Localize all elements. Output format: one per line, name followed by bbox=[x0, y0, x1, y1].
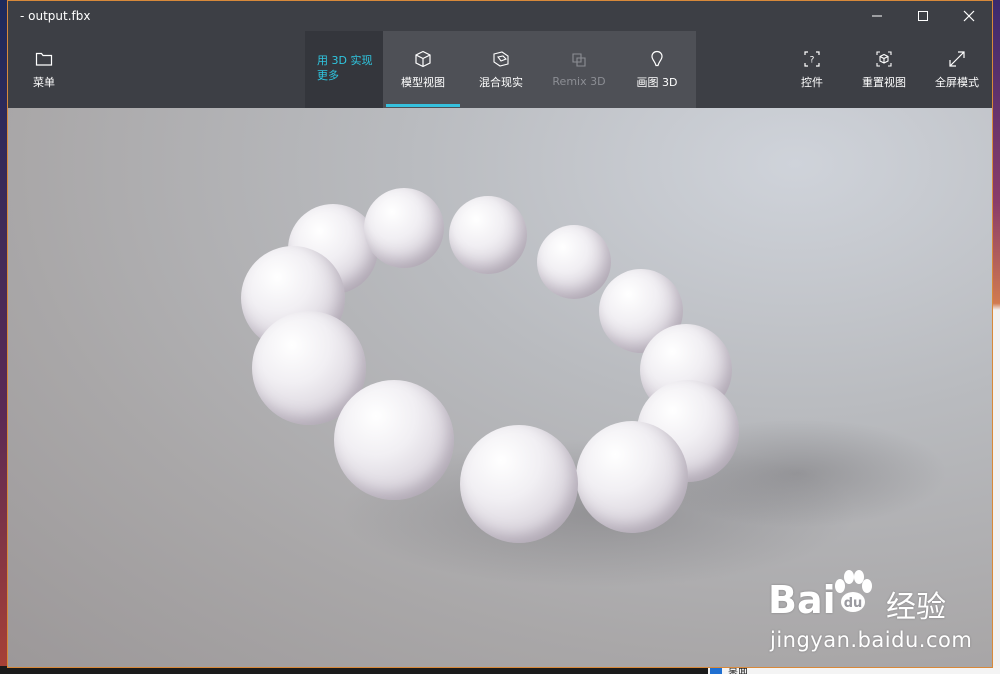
reset-view-button[interactable]: 重置视图 bbox=[860, 31, 908, 108]
title-bar[interactable]: - output.fbx bbox=[8, 1, 992, 31]
tab-label: 混合现实 bbox=[479, 75, 523, 89]
fullscreen-label: 全屏模式 bbox=[935, 75, 979, 89]
promo-line1: 用 3D 实现 bbox=[317, 54, 373, 67]
bead bbox=[364, 188, 444, 268]
cube-icon bbox=[415, 50, 431, 67]
close-button[interactable] bbox=[946, 1, 992, 31]
paint-3d-icon bbox=[651, 50, 663, 66]
watermark-brand-prefix: Bai bbox=[768, 578, 836, 622]
bead bbox=[449, 196, 527, 274]
watermark-url: jingyan.baidu.com bbox=[770, 628, 973, 652]
help-controls-icon: ? bbox=[804, 50, 820, 67]
viewer-window: - output.fbx 菜单 用 3D 实现 更多 模型视图 混合现实 Rem… bbox=[7, 0, 993, 668]
tab-label: 画图 3D bbox=[636, 75, 678, 89]
tab-mixed-reality[interactable]: 混合现实 bbox=[464, 31, 538, 108]
watermark-brand-suffix: 经验 bbox=[886, 590, 946, 625]
toolbar: 菜单 用 3D 实现 更多 模型视图 混合现实 Remix 3D 画图 3D ?… bbox=[8, 31, 992, 108]
reset-view-icon bbox=[876, 50, 892, 67]
active-tab-indicator bbox=[386, 104, 460, 107]
fullscreen-icon bbox=[949, 50, 965, 67]
maximize-icon bbox=[918, 11, 928, 21]
minimize-button[interactable] bbox=[854, 1, 900, 31]
bead bbox=[334, 380, 454, 500]
folder-icon bbox=[710, 667, 722, 674]
remix-3d-icon bbox=[572, 53, 586, 67]
menu-button[interactable]: 菜单 bbox=[24, 31, 64, 108]
mixed-reality-icon bbox=[493, 50, 509, 67]
promo-line2: 更多 bbox=[317, 69, 339, 82]
folder-icon bbox=[35, 52, 53, 66]
tab-paint-3d[interactable]: 画图 3D bbox=[620, 31, 694, 108]
3d-viewport[interactable]: Bai du 经验 jingyan.baidu.com bbox=[8, 108, 992, 667]
controls-button[interactable]: ? 控件 bbox=[794, 31, 830, 108]
tab-label: Remix 3D bbox=[552, 75, 606, 88]
menu-label: 菜单 bbox=[33, 75, 55, 89]
promo-link[interactable]: 用 3D 实现 更多 bbox=[305, 31, 383, 108]
svg-text:du: du bbox=[844, 596, 863, 611]
desktop-background-right bbox=[993, 0, 1000, 674]
svg-text:?: ? bbox=[810, 55, 815, 65]
tab-label: 模型视图 bbox=[401, 75, 445, 89]
window-title: - output.fbx bbox=[20, 9, 91, 23]
bead bbox=[576, 421, 688, 533]
bead bbox=[537, 225, 611, 299]
bead bbox=[460, 425, 578, 543]
tab-remix-3d[interactable]: Remix 3D bbox=[542, 31, 616, 108]
reset-view-label: 重置视图 bbox=[862, 75, 906, 89]
fullscreen-button[interactable]: 全屏模式 bbox=[933, 31, 981, 108]
maximize-button[interactable] bbox=[900, 1, 946, 31]
minimize-icon bbox=[872, 15, 882, 17]
baidu-watermark: Bai du 经验 jingyan.baidu.com bbox=[768, 566, 988, 656]
controls-label: 控件 bbox=[801, 75, 823, 89]
tab-model-view[interactable]: 模型视图 bbox=[386, 31, 460, 108]
caption-buttons bbox=[854, 1, 992, 31]
paw-icon: du bbox=[835, 570, 872, 612]
close-icon bbox=[963, 10, 975, 22]
